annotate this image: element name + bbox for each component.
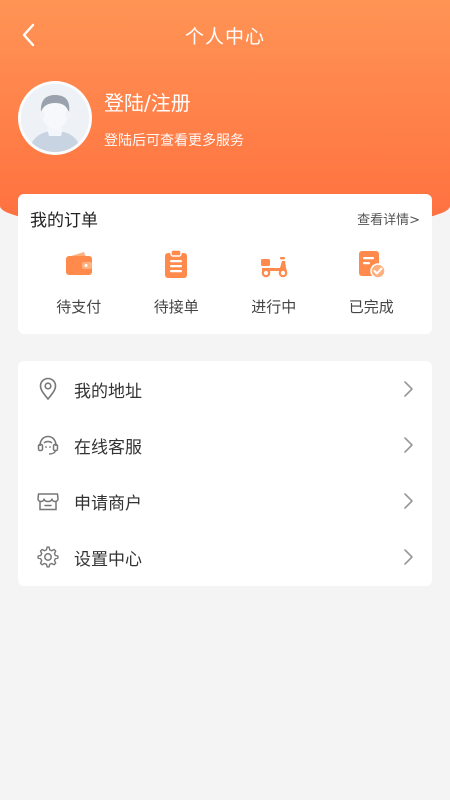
order-completed[interactable]: 已完成 <box>323 242 421 317</box>
order-label: 待接单 <box>153 298 199 316</box>
scooter-icon <box>260 257 288 278</box>
customer-service-icon <box>37 435 59 455</box>
store-icon <box>37 493 59 511</box>
login-subtitle: 登陆后可查看更多服务 <box>104 132 244 149</box>
chevron-left-icon <box>22 23 35 47</box>
order-in-progress[interactable]: 进行中 <box>225 242 323 317</box>
chevron-right-icon <box>404 549 413 565</box>
menu-item-settings[interactable]: 设置中心 <box>18 529 432 585</box>
order-label: 待支付 <box>56 298 102 316</box>
menu-item-label: 申请商户 <box>74 493 142 514</box>
location-pin-icon <box>39 377 57 401</box>
orders-card: 我的订单 查看详情> 待支付 待接单 进行中 已完成 <box>18 194 432 334</box>
chevron-right-icon <box>404 493 413 509</box>
login-register-link[interactable]: 登陆/注册 <box>104 87 244 116</box>
menu-item-my-address[interactable]: 我的地址 <box>18 361 432 417</box>
order-label: 进行中 <box>251 298 297 316</box>
document-check-icon <box>359 251 386 279</box>
menu-card: 我的地址 在线客服 申请商户 设置中心 <box>18 361 432 586</box>
default-avatar-icon <box>21 84 89 152</box>
menu-item-apply-merchant[interactable]: 申请商户 <box>18 473 432 529</box>
order-label: 已完成 <box>348 298 394 316</box>
clipboard-icon <box>165 249 188 278</box>
orders-title: 我的订单 <box>30 210 98 231</box>
back-button[interactable] <box>12 18 46 52</box>
avatar[interactable] <box>18 81 92 155</box>
profile-section: 登陆/注册 登陆后可查看更多服务 <box>18 80 244 156</box>
orders-more-link[interactable]: 查看详情> <box>357 209 420 228</box>
chevron-right-icon <box>404 381 413 397</box>
menu-item-online-service[interactable]: 在线客服 <box>18 417 432 473</box>
menu-item-label: 我的地址 <box>74 381 142 402</box>
gear-icon <box>37 546 59 568</box>
order-pending-payment[interactable]: 待支付 <box>30 242 128 317</box>
menu-item-label: 设置中心 <box>74 549 142 570</box>
wallet-icon <box>65 252 92 275</box>
order-awaiting-acceptance[interactable]: 待接单 <box>128 242 226 317</box>
page-title: 个人中心 <box>184 25 265 48</box>
nav-bar: 个人中心 <box>0 10 450 60</box>
menu-item-label: 在线客服 <box>74 437 142 458</box>
chevron-right-icon <box>404 437 413 453</box>
